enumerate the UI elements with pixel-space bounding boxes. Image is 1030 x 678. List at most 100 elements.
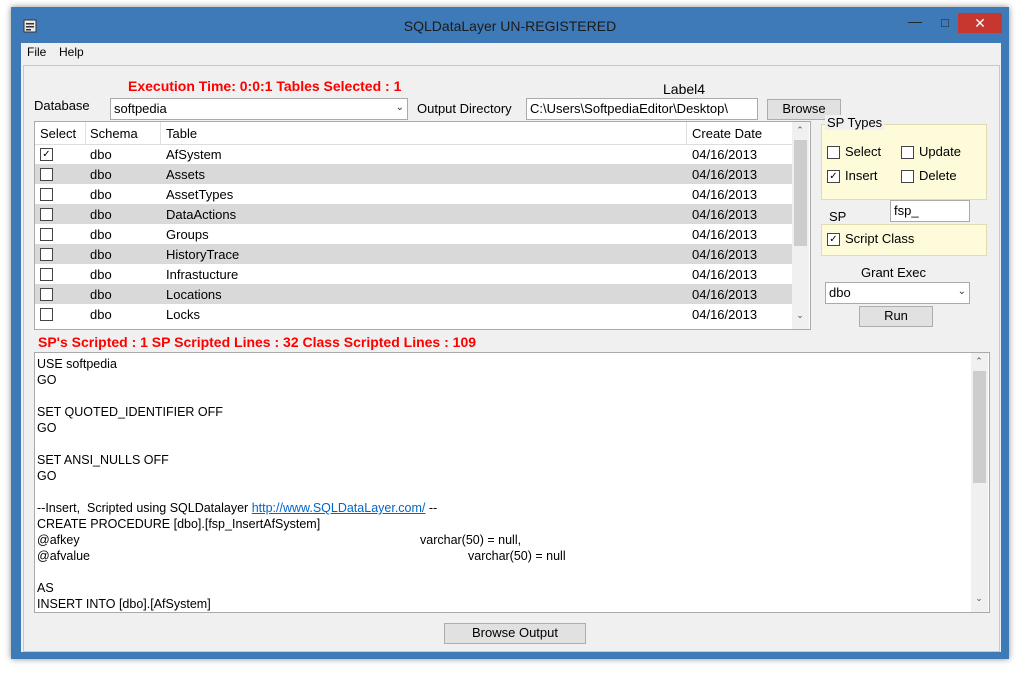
row-checkbox[interactable]: ✓ xyxy=(40,148,53,161)
app-window: SQLDataLayer UN-REGISTERED — □ ✕ File He… xyxy=(11,7,1009,659)
row-checkbox[interactable] xyxy=(40,288,53,301)
output-scroll-thumb[interactable] xyxy=(973,371,986,483)
table-row[interactable]: dbo AssetTypes 04/16/2013 xyxy=(35,184,792,204)
execution-status: Execution Time: 0:0:1 Tables Selected : … xyxy=(128,78,402,94)
row-date: 04/16/2013 xyxy=(692,207,758,222)
output-dir-label: Output Directory xyxy=(417,101,512,116)
code-line: SET QUOTED_IDENTIFIER OFF xyxy=(37,405,223,419)
output-dir-field[interactable]: C:\Users\SoftpediaEditor\Desktop\ xyxy=(526,98,758,120)
row-table: Locations xyxy=(166,287,222,302)
code-line: SET ANSI_NULLS OFF xyxy=(37,453,169,467)
row-table: Infrastucture xyxy=(166,267,239,282)
insert-checkbox[interactable]: ✓ xyxy=(827,170,840,183)
sp-prefix-field[interactable]: fsp_ xyxy=(890,200,970,222)
scroll-down-icon[interactable]: ⌄ xyxy=(792,310,808,321)
code-line: CREATE PROCEDURE [dbo].[fsp_InsertAfSyst… xyxy=(37,517,321,531)
table-row[interactable]: dbo Assets 04/16/2013 xyxy=(35,164,792,184)
row-schema: dbo xyxy=(90,247,112,262)
browse-output-button[interactable]: Browse Output xyxy=(444,623,586,644)
row-date: 04/16/2013 xyxy=(692,247,758,262)
code-line: USE softpedia xyxy=(37,357,117,371)
row-checkbox[interactable] xyxy=(40,168,53,181)
code-line: varchar(50) = null xyxy=(468,549,566,563)
scroll-up-icon[interactable]: ⌃ xyxy=(971,356,987,367)
output-dir-value: C:\Users\SoftpediaEditor\Desktop\ xyxy=(530,101,728,116)
code-line: @afkey xyxy=(37,533,80,547)
row-table: HistoryTrace xyxy=(166,247,240,262)
close-button[interactable]: ✕ xyxy=(958,13,1002,33)
row-schema: dbo xyxy=(90,147,112,162)
row-table: AfSystem xyxy=(166,147,222,162)
table-row[interactable]: dbo Groups 04/16/2013 xyxy=(35,224,792,244)
tables-grid[interactable]: Select Schema Table Create Date ✓ dbo Af… xyxy=(34,121,811,330)
row-date: 04/16/2013 xyxy=(692,227,758,242)
scroll-down-icon[interactable]: ⌄ xyxy=(971,593,987,604)
code-line: AS xyxy=(37,581,54,595)
row-date: 04/16/2013 xyxy=(692,187,758,202)
table-row[interactable]: dbo DataActions 04/16/2013 xyxy=(35,204,792,224)
col-schema[interactable]: Schema xyxy=(90,126,138,141)
grant-exec-select[interactable]: dbo ⌄ xyxy=(825,282,970,304)
sp-types-box xyxy=(821,124,987,200)
update-label: Update xyxy=(919,144,961,159)
row-date: 04/16/2013 xyxy=(692,147,758,162)
grant-exec-value: dbo xyxy=(829,285,851,300)
update-checkbox[interactable] xyxy=(901,146,914,159)
menu-help[interactable]: Help xyxy=(59,45,84,59)
code-line: INSERT INTO [dbo].[AfSystem] xyxy=(37,597,211,611)
title-bar[interactable]: SQLDataLayer UN-REGISTERED — □ ✕ xyxy=(11,7,1009,43)
sp-label: SP xyxy=(829,209,847,224)
maximize-button[interactable]: □ xyxy=(931,13,959,33)
grid-scroll-thumb[interactable] xyxy=(794,140,807,246)
window-title: SQLDataLayer UN-REGISTERED xyxy=(403,18,617,34)
code-comment-end: -- xyxy=(425,501,438,515)
delete-checkbox[interactable] xyxy=(901,170,914,183)
code-line: GO xyxy=(37,373,57,387)
row-checkbox[interactable] xyxy=(40,228,53,241)
main-panel: Execution Time: 0:0:1 Tables Selected : … xyxy=(23,65,1000,652)
client-area: File Help Execution Time: 0:0:1 Tables S… xyxy=(21,43,1001,652)
row-schema: dbo xyxy=(90,227,112,242)
row-date: 04/16/2013 xyxy=(692,287,758,302)
table-row[interactable]: dbo Locks 04/16/2013 xyxy=(35,304,792,324)
table-row[interactable]: dbo HistoryTrace 04/16/2013 xyxy=(35,244,792,264)
minimize-button[interactable]: — xyxy=(901,13,929,33)
col-select[interactable]: Select xyxy=(40,126,76,141)
row-schema: dbo xyxy=(90,187,112,202)
run-button[interactable]: Run xyxy=(859,306,933,327)
row-table: AssetTypes xyxy=(166,187,234,202)
output-scrollbar[interactable]: ⌃ ⌄ xyxy=(971,353,988,612)
table-row[interactable]: dbo Infrastucture 04/16/2013 xyxy=(35,264,792,284)
script-output[interactable]: USE softpedia GO SET QUOTED_IDENTIFIER O… xyxy=(34,352,990,613)
database-select[interactable]: softpedia ⌄ xyxy=(110,98,408,120)
scripted-status: SP's Scripted : 1 SP Scripted Lines : 32… xyxy=(38,334,477,350)
col-table[interactable]: Table xyxy=(166,126,197,141)
scroll-up-icon[interactable]: ⌃ xyxy=(792,125,808,136)
sqldatalayer-link[interactable]: http://www.SQLDataLayer.com/ xyxy=(252,501,426,515)
row-schema: dbo xyxy=(90,267,112,282)
menu-bar: File Help xyxy=(21,43,1001,63)
menu-file[interactable]: File xyxy=(27,45,46,59)
row-schema: dbo xyxy=(90,207,112,222)
grant-exec-label: Grant Exec xyxy=(861,265,927,280)
col-create-date[interactable]: Create Date xyxy=(692,126,762,141)
code-line: GO xyxy=(37,469,57,483)
row-checkbox[interactable] xyxy=(40,208,53,221)
row-table: Assets xyxy=(166,167,206,182)
sp-prefix-value: fsp_ xyxy=(894,203,919,218)
row-checkbox[interactable] xyxy=(40,268,53,281)
script-class-label: Script Class xyxy=(845,231,915,246)
grid-scrollbar[interactable]: ⌃ ⌄ xyxy=(792,122,809,329)
select-checkbox[interactable] xyxy=(827,146,840,159)
script-class-checkbox[interactable]: ✓ xyxy=(827,233,840,246)
table-row[interactable]: ✓ dbo AfSystem 04/16/2013 xyxy=(35,144,792,164)
row-checkbox[interactable] xyxy=(40,248,53,261)
row-table: Locks xyxy=(166,307,200,322)
row-table: Groups xyxy=(166,227,209,242)
chevron-down-icon: ⌄ xyxy=(395,102,404,113)
label4: Label4 xyxy=(663,81,706,97)
row-checkbox[interactable] xyxy=(40,308,53,321)
row-checkbox[interactable] xyxy=(40,188,53,201)
table-row[interactable]: dbo Locations 04/16/2013 xyxy=(35,284,792,304)
code-line: @afvalue xyxy=(37,549,90,563)
